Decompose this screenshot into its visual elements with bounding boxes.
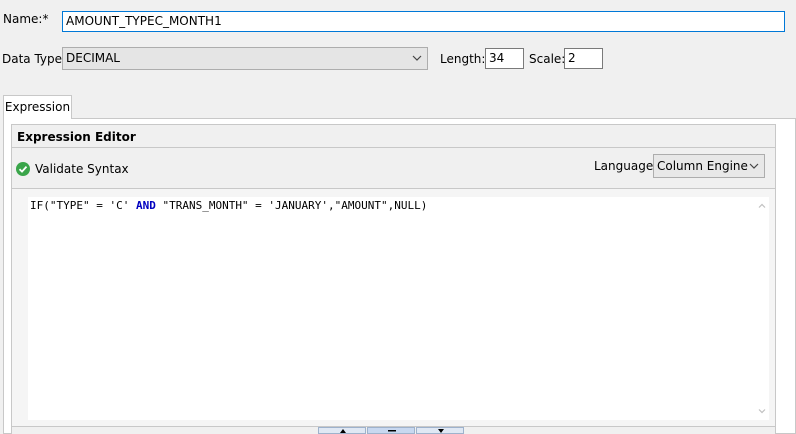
splitter-collapse-up-button[interactable] (318, 427, 366, 434)
language-value: Column Engine (657, 159, 748, 173)
data-type-select[interactable]: DECIMAL (62, 47, 428, 70)
language-select[interactable]: Column Engine (653, 154, 765, 178)
calculated-column-dialog: Name:* AMOUNT_TYPEC_MONTH1 Data Type: DE… (0, 0, 796, 434)
equals-icon (388, 430, 396, 432)
tab-expression[interactable]: Expression (3, 95, 72, 119)
scroll-up-icon[interactable] (757, 201, 767, 211)
chevron-down-icon (749, 163, 759, 169)
validate-syntax-button[interactable]: Validate Syntax (16, 160, 129, 178)
length-label: Length: (440, 52, 486, 66)
scale-input[interactable]: 2 (564, 48, 603, 69)
language-label: Language: (594, 159, 658, 173)
validate-syntax-label: Validate Syntax (35, 162, 129, 176)
triangle-up-icon (340, 429, 346, 433)
triangle-down-icon (438, 429, 444, 433)
length-input[interactable]: 34 (485, 48, 524, 69)
check-circle-icon (16, 162, 30, 176)
name-input[interactable]: AMOUNT_TYPEC_MONTH1 (62, 11, 785, 32)
editor-title: Expression Editor (17, 130, 136, 144)
expression-code-area[interactable]: IF("TYPE" = 'C' AND "TRANS_MONTH" = 'JAN… (28, 197, 755, 420)
code-token: IF("TYPE" = 'C' (30, 199, 136, 212)
chevron-down-icon (412, 55, 422, 61)
splitter-restore-button[interactable] (367, 427, 415, 434)
data-type-label: Data Type: (2, 52, 67, 66)
vertical-scrollbar[interactable] (755, 197, 769, 420)
data-type-value: DECIMAL (66, 51, 120, 65)
splitter-collapse-down-button[interactable] (416, 427, 464, 434)
name-label: Name:* (3, 12, 49, 26)
scroll-down-icon[interactable] (757, 406, 767, 416)
code-keyword: AND (135, 199, 156, 212)
code-token: "TRANS_MONTH" = 'JANUARY',"AMOUNT",NULL) (155, 199, 428, 212)
scale-label: Scale: (529, 52, 566, 66)
